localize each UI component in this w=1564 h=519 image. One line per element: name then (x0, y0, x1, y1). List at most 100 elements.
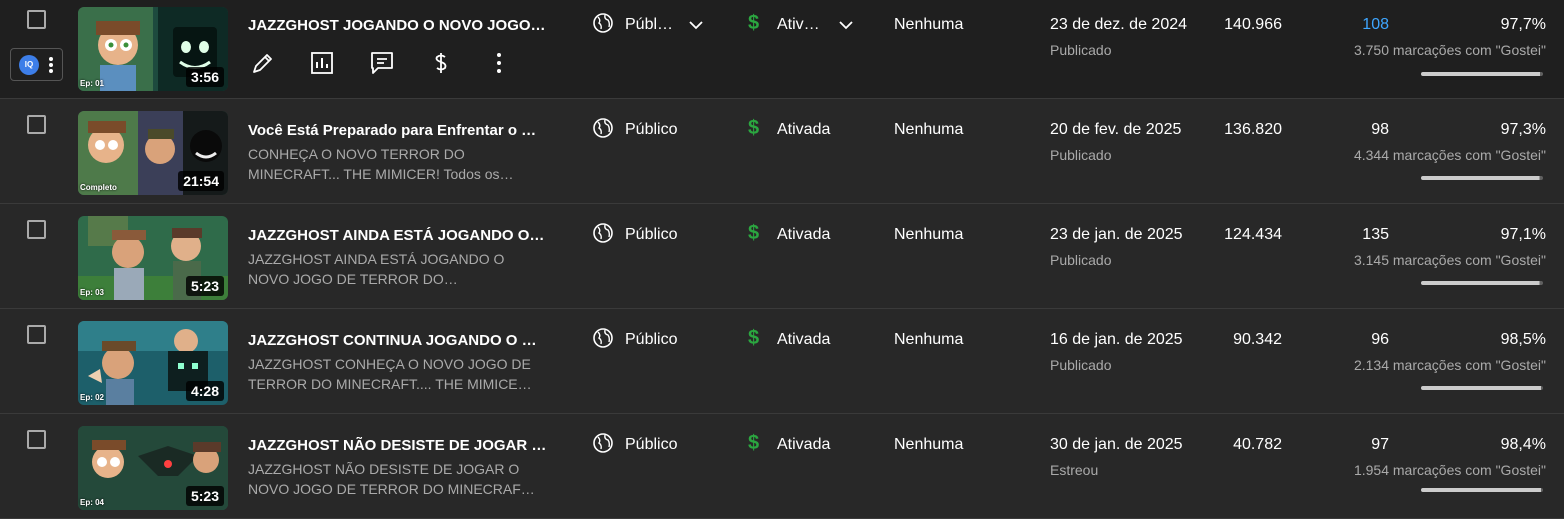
row-checkbox[interactable] (27, 430, 46, 449)
likes-ratio-bar (1421, 386, 1543, 390)
monetization-icon: $ (748, 327, 760, 349)
publish-date: 23 de dez. de 2024 (1050, 16, 1188, 33)
comments-icon[interactable] (369, 50, 395, 76)
visibility-value[interactable]: Público (625, 436, 677, 454)
description-line: CONHEÇA O NOVO TERROR DO (248, 146, 465, 162)
monetization-icon: $ (748, 432, 760, 454)
monetization-dropdown[interactable]: Ativ… (777, 16, 820, 34)
table-row[interactable]: Ep: 04 5:23 JAZZGHOST NÃO DESISTE DE JOG… (0, 415, 1564, 519)
publish-status: Publicado (1050, 147, 1112, 163)
views-count: 124.434 (1224, 226, 1282, 243)
description-line: TERROR DO MINECRAFT.... THE MIMICE… (248, 376, 532, 392)
likes-percentage: 97,1% (1500, 226, 1546, 243)
publish-date: 20 de fev. de 2025 (1050, 121, 1182, 138)
publish-status: Publicado (1050, 42, 1112, 58)
video-thumbnail[interactable]: Ep: 01 3:56 (78, 7, 228, 91)
likes-ratio-bar (1421, 281, 1543, 285)
row-checkbox[interactable] (27, 10, 46, 29)
episode-label: Ep: 01 (80, 79, 105, 88)
chevron-down-icon[interactable] (838, 20, 854, 30)
monetization-value[interactable]: Ativada (777, 121, 830, 139)
video-title[interactable]: JAZZGHOST NÃO DESISTE DE JOGAR … (248, 437, 548, 454)
views-count: 90.342 (1233, 331, 1282, 348)
restrictions-value: Nenhuma (894, 226, 964, 243)
more-vert-icon (49, 57, 53, 73)
edit-pencil-icon[interactable] (250, 50, 276, 76)
video-table: IQ Ep: 01 3:56 JAZZGHOST JOGANDO O NOVO … (0, 0, 1564, 519)
publish-date: 30 de jan. de 2025 (1050, 436, 1183, 453)
analytics-icon[interactable] (309, 50, 335, 76)
comments-count: 98 (1371, 121, 1389, 138)
globe-icon (593, 433, 613, 453)
visibility-value[interactable]: Público (625, 121, 677, 139)
description-line: NOVO JOGO DE TERROR DO… (248, 271, 458, 287)
video-title[interactable]: JAZZGHOST JOGANDO O NOVO JOGO… (248, 17, 548, 34)
publish-status: Estreou (1050, 462, 1099, 478)
chevron-down-icon[interactable] (688, 20, 704, 30)
video-thumbnail[interactable]: Ep: 02 4:28 (78, 321, 228, 405)
row-checkbox[interactable] (27, 115, 46, 134)
video-description: CONHEÇA O NOVO TERROR DO MINECRAFT... TH… (248, 144, 540, 184)
views-count: 136.820 (1224, 121, 1282, 138)
likes-percentage: 97,7% (1500, 16, 1546, 33)
video-duration: 4:28 (185, 381, 224, 401)
description-line: MINECRAFT... THE MIMICER! Todos os… (248, 166, 514, 182)
description-line: JAZZGHOST CONHEÇA O NOVO JOGO DE (248, 356, 531, 372)
visibility-value[interactable]: Público (625, 331, 677, 349)
video-description: JAZZGHOST CONHEÇA O NOVO JOGO DE TERROR … (248, 354, 540, 394)
video-title[interactable]: Você Está Preparado para Enfrentar o … (248, 122, 548, 139)
monetization-value[interactable]: Ativada (777, 436, 830, 454)
episode-label: Ep: 04 (80, 498, 105, 507)
publish-date: 23 de jan. de 2025 (1050, 226, 1183, 243)
table-row[interactable]: Ep: 03 5:23 JAZZGHOST AINDA ESTÁ JOGANDO… (0, 205, 1564, 309)
row-checkbox[interactable] (27, 325, 46, 344)
monetization-dollar-icon[interactable] (428, 50, 454, 76)
globe-icon (593, 13, 613, 33)
comments-count-link[interactable]: 108 (1362, 16, 1389, 34)
vidiq-extension-button[interactable]: IQ (10, 48, 63, 81)
publish-status: Publicado (1050, 252, 1112, 268)
description-line: NOVO JOGO DE TERROR DO MINECRAFT.… (248, 481, 540, 497)
publish-status: Publicado (1050, 357, 1112, 373)
restrictions-value: Nenhuma (894, 436, 964, 453)
globe-icon (593, 118, 613, 138)
episode-label: Ep: 02 (80, 393, 105, 402)
video-thumbnail[interactable]: Completo 21:54 (78, 111, 228, 195)
table-row[interactable]: IQ Ep: 01 3:56 JAZZGHOST JOGANDO O NOVO … (0, 0, 1564, 99)
video-duration: 5:23 (185, 276, 224, 296)
likes-count: 2.134 marcações com "Gostei" (1353, 357, 1546, 373)
video-duration: 3:56 (185, 67, 224, 87)
globe-icon (593, 223, 613, 243)
globe-icon (593, 328, 613, 348)
restrictions-value: Nenhuma (894, 331, 964, 348)
video-thumbnail[interactable]: Ep: 03 5:23 (78, 216, 228, 300)
video-thumbnail[interactable]: Ep: 04 5:23 (78, 426, 228, 510)
monetization-value[interactable]: Ativada (777, 226, 830, 244)
comments-count: 97 (1371, 436, 1389, 453)
comments-count: 96 (1371, 331, 1389, 348)
views-count: 40.782 (1233, 436, 1282, 453)
episode-label: Ep: 03 (80, 288, 105, 297)
monetization-value[interactable]: Ativada (777, 331, 830, 349)
description-line: JAZZGHOST NÃO DESISTE DE JOGAR O (248, 461, 520, 477)
video-duration: 21:54 (178, 171, 224, 191)
visibility-dropdown[interactable]: Públ… (625, 16, 673, 34)
visibility-value[interactable]: Público (625, 226, 677, 244)
views-count: 140.966 (1224, 16, 1282, 33)
vidiq-logo-icon: IQ (19, 55, 39, 75)
more-options-icon[interactable] (486, 50, 512, 76)
video-description: JAZZGHOST NÃO DESISTE DE JOGAR O NOVO JO… (248, 459, 540, 499)
publish-date: 16 de jan. de 2025 (1050, 331, 1183, 348)
likes-ratio-bar (1421, 72, 1543, 76)
likes-count: 3.145 marcações com "Gostei" (1353, 252, 1546, 268)
table-row[interactable]: Completo 21:54 Você Está Preparado para … (0, 100, 1564, 204)
video-title[interactable]: JAZZGHOST AINDA ESTÁ JOGANDO O… (248, 227, 548, 244)
monetization-icon: $ (748, 117, 760, 139)
table-row[interactable]: Ep: 02 4:28 JAZZGHOST CONTINUA JOGANDO O… (0, 310, 1564, 414)
video-title[interactable]: JAZZGHOST CONTINUA JOGANDO O … (248, 332, 548, 349)
monetization-icon: $ (748, 222, 760, 244)
description-line: JAZZGHOST AINDA ESTÁ JOGANDO O (248, 251, 505, 267)
likes-ratio-bar (1421, 176, 1543, 180)
likes-percentage: 98,5% (1500, 331, 1546, 348)
row-checkbox[interactable] (27, 220, 46, 239)
